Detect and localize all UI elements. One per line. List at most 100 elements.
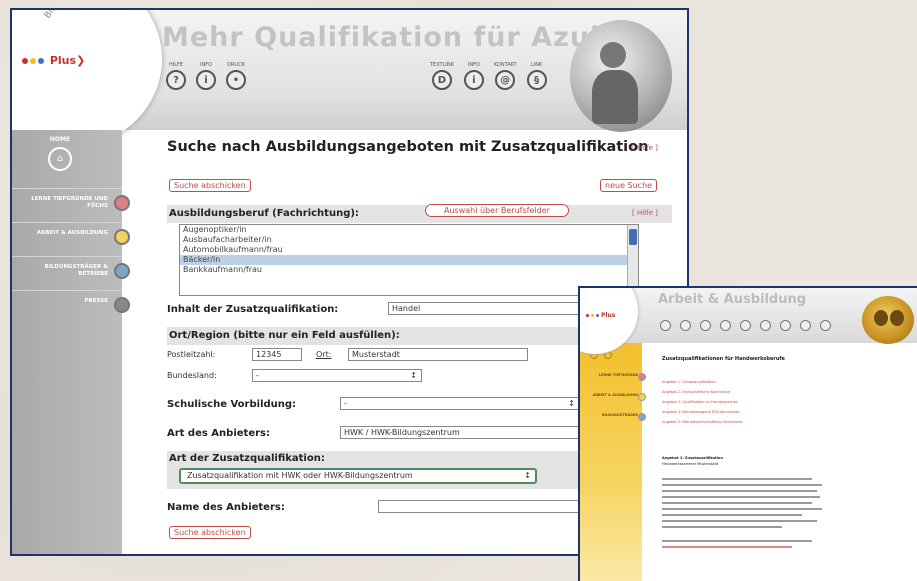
- label-anbieter-name: Name des Anbieters:: [167, 502, 285, 513]
- top-icon-right-1[interactable]: INFO i: [463, 62, 484, 90]
- round-nav-icon: §: [526, 70, 547, 90]
- text-line: [662, 508, 822, 510]
- chevron-right-icon: ❯: [76, 54, 86, 67]
- section-dot-icon: [114, 263, 130, 279]
- text-line: [662, 478, 812, 480]
- sidebar-item-label: LERNE TIEFGRÜNDE UND FÜCHS: [31, 196, 108, 209]
- top-icon-left-2[interactable]: DRUCK •: [226, 62, 246, 90]
- result-logo[interactable]: Plus: [586, 312, 615, 319]
- listbox-option[interactable]: Automobilkaufmann/frau: [180, 245, 638, 255]
- listbox-option[interactable]: Bäcker/in: [180, 255, 638, 265]
- nav-icon[interactable]: [780, 320, 791, 331]
- result-link[interactable]: Angebot 3: Qualifikation im Fremdsprache…: [662, 400, 738, 404]
- nav-icon[interactable]: [740, 320, 751, 331]
- label-zusatzqualifikation: Art der Zusatzqualifikation:: [169, 453, 325, 464]
- ort-input[interactable]: Musterstadt: [348, 348, 528, 361]
- postleitzahl-input[interactable]: 12345: [252, 348, 302, 361]
- label-bundesland: Bundesland:: [167, 371, 217, 380]
- bundesland-select[interactable]: -: [252, 369, 422, 382]
- anbieter-art-select[interactable]: HWK / HWK-Bildungszentrum: [340, 426, 580, 439]
- beruf-listbox[interactable]: Augenoptiker/in Ausbaufacharbeiter/in Auto…: [179, 224, 639, 296]
- result-link[interactable]: Angebot 5: Betriebswirtschaftliche Kennt…: [662, 420, 743, 424]
- nav-icon[interactable]: [700, 320, 711, 331]
- section-dot-icon: [114, 229, 130, 245]
- submit-search-bottom-button[interactable]: Suche abschicken: [169, 526, 251, 539]
- label-postleitzahl: Postleitzahl:: [167, 350, 216, 359]
- logo[interactable]: Plus❯: [22, 54, 85, 67]
- label-ausbildungsberuf: Ausbildungsberuf (Fachrichtung):: [169, 208, 359, 219]
- new-search-button[interactable]: neue Suche: [600, 179, 658, 192]
- text-link-line[interactable]: [662, 546, 792, 548]
- section-dot-icon: [638, 393, 646, 401]
- help-link-top[interactable]: [ Hilfe ]: [632, 144, 658, 152]
- section-dot-icon: [114, 297, 130, 313]
- section-dot-icon: [638, 413, 646, 421]
- result-link[interactable]: Angebot 4: Berufsbezogene EDV-Kenntnisse: [662, 410, 739, 414]
- label-vorbildung: Schulische Vorbildung:: [167, 399, 297, 410]
- nav-icon[interactable]: [820, 320, 831, 331]
- select-berufsfelder-button[interactable]: Auswahl über Berufsfelder: [425, 204, 569, 217]
- sidebar-item-2[interactable]: BILDUNGSTRÄGER & BETRIEBE: [12, 256, 130, 287]
- top-icon-left-1[interactable]: INFO i: [196, 62, 216, 90]
- logo-dot-red: [22, 58, 28, 64]
- result-sidebar-item[interactable]: LERNE TIEFGRÜNDE: [586, 373, 638, 378]
- inhalt-input[interactable]: Handel: [388, 302, 588, 315]
- sidebar-item-label: BILDUNGSTRÄGER & BETRIEBE: [44, 264, 108, 277]
- anbieter-name-input[interactable]: [378, 500, 588, 513]
- sidebar-item-1[interactable]: ARBEIT & AUSBILDUNG: [12, 222, 130, 253]
- home-label: HOME: [49, 136, 71, 143]
- sidebar-item-3[interactable]: PRESSE: [12, 290, 130, 321]
- result-link[interactable]: Angebot 1: Zusatzqualifikation: [662, 380, 716, 384]
- top-icon-right-0[interactable]: TEXTLINK D: [430, 62, 454, 90]
- nav-icon[interactable]: [800, 320, 811, 331]
- nav-icon[interactable]: [680, 320, 691, 331]
- result-heading: Zusatzqualifikationen für Handwerksberuf…: [662, 356, 785, 362]
- zusatzqualifikation-select[interactable]: Zusatzqualifikation mit HWK oder HWK-Bil…: [179, 468, 537, 484]
- result-window: Arbeit & Ausbildung LERNE TIEFGRÜNDE ARB…: [578, 286, 917, 581]
- result-top-icons: [660, 320, 831, 331]
- top-icon-right-3[interactable]: LINK §: [526, 62, 547, 90]
- round-nav-icon: ?: [166, 70, 186, 90]
- result-header-photo: [862, 296, 914, 344]
- label-inhalt: Inhalt der Zusatzqualifikation:: [167, 304, 339, 315]
- text-line: [662, 502, 812, 504]
- nav-icon[interactable]: [760, 320, 771, 331]
- nav-icon[interactable]: [660, 320, 671, 331]
- logo-dot-blue: [38, 58, 44, 64]
- sidebar-item-0[interactable]: LERNE TIEFGRÜNDE UND FÜCHS: [12, 188, 130, 219]
- round-nav-icon: •: [226, 70, 246, 90]
- header-photo: [570, 20, 672, 132]
- logo-brand: Plus: [49, 54, 77, 67]
- text-line: [662, 526, 782, 528]
- round-nav-icon: D: [431, 70, 452, 90]
- result-link[interactable]: Angebot 2: Fachspezifische Kenntnisse: [662, 390, 730, 394]
- top-icon-right-2[interactable]: KONTAKT @: [494, 62, 517, 90]
- top-icon-label: TEXTLINK: [430, 62, 454, 68]
- round-nav-icon: @: [495, 70, 516, 90]
- top-icons-right: TEXTLINK D INFO i KONTAKT @ LINK §: [430, 62, 547, 90]
- help-link-beruf[interactable]: [ Hilfe ]: [632, 209, 658, 217]
- listbox-option[interactable]: Ausbaufacharbeiter/in: [180, 235, 638, 245]
- nav-icon[interactable]: [720, 320, 731, 331]
- top-icon-left-0[interactable]: HILFE?: [166, 62, 186, 90]
- listbox-scrollbar[interactable]: [627, 225, 638, 295]
- top-icon-label: INFO: [467, 62, 480, 68]
- result-sidebar-item[interactable]: BILDUNGSTRÄGER: [586, 413, 638, 418]
- vorbildung-select[interactable]: -: [340, 397, 580, 410]
- top-icon-label: INFO: [199, 62, 213, 68]
- home-link[interactable]: HOME ⌂: [30, 136, 90, 171]
- text-line: [662, 540, 812, 542]
- result-banner-title: Arbeit & Ausbildung: [658, 292, 807, 307]
- detail-heading: Angebot 1: Zusatzqualifikation: [662, 456, 723, 460]
- top-icon-label: HILFE: [168, 62, 184, 68]
- top-icon-label: KONTAKT: [493, 62, 517, 68]
- listbox-option[interactable]: Augenoptiker/in: [180, 225, 638, 235]
- submit-search-top-button[interactable]: Suche abschicken: [169, 179, 251, 192]
- scrollbar-thumb[interactable]: [629, 229, 637, 245]
- detail-subheading: Handwerkskammer Musterstadt: [662, 462, 719, 466]
- result-sidebar-item[interactable]: ARBEIT & AUSBILDUNG: [586, 393, 638, 398]
- logo-dot-red: [586, 314, 589, 317]
- top-icons-left: HILFE? INFO i DRUCK •: [166, 62, 246, 90]
- listbox-option[interactable]: Bankkaufmann/frau: [180, 265, 638, 275]
- logo-dot-yellow: [30, 58, 36, 64]
